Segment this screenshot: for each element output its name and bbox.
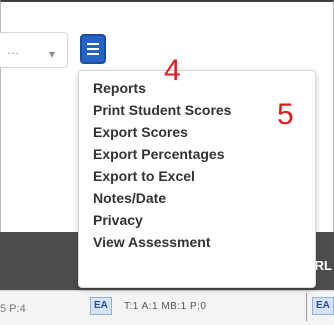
menu-item-view-assessment[interactable]: View Assessment — [79, 231, 315, 253]
menu-button[interactable] — [80, 34, 106, 64]
annotation-step-5: 5 — [277, 98, 294, 131]
dropdown-value: ... — [7, 43, 21, 57]
ea-badge-right[interactable]: EA — [312, 297, 334, 315]
menu-item-export-percentages[interactable]: Export Percentages — [79, 143, 315, 165]
annotation-step-4: 4 — [164, 54, 181, 87]
chevron-down-icon: ▾ — [49, 47, 56, 61]
menu-item-privacy[interactable]: Privacy — [79, 209, 315, 231]
column-divider — [306, 293, 307, 321]
menu-item-export-to-excel[interactable]: Export to Excel — [79, 165, 315, 187]
ea-badge[interactable]: EA — [90, 297, 112, 315]
student-row: 5 P:4 EA T:1 A:1 MB:1 P:0 EA — [0, 290, 334, 325]
header-strip-text: RL — [314, 258, 332, 273]
row-stats: T:1 A:1 MB:1 P:0 — [124, 301, 207, 312]
gradebook-dropdown[interactable]: ... ▾ — [0, 32, 68, 68]
menu-item-reports[interactable]: Reports — [79, 77, 315, 99]
row-left-stats: 5 P:4 — [0, 303, 26, 315]
menu-item-notes-date[interactable]: Notes/Date — [79, 187, 315, 209]
